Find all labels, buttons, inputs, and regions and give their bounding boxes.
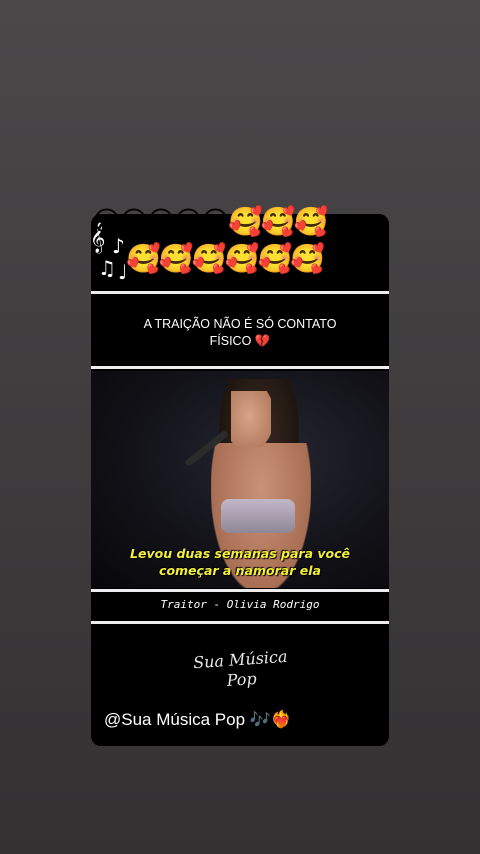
video-frame[interactable]: Levou duas semanas para você começar a n… xyxy=(91,371,389,588)
emoji-row-top: 😍😍😍😍😍🥰🥰🥰 xyxy=(92,205,329,238)
divider-above-video xyxy=(91,366,389,369)
singer-face xyxy=(231,391,271,447)
headline-line-1: A TRAIÇÃO NÃO É SÓ CONTATO xyxy=(143,317,337,331)
subtitle-line-1: Levou duas semanas para você xyxy=(130,546,350,561)
emoji-row-bottom: 🥰🥰🥰🥰🥰🥰 xyxy=(126,242,325,275)
sequin-top xyxy=(221,499,295,533)
story-headline: A TRAIÇÃO NÃO É SÓ CONTATO FÍSICO 💔 xyxy=(110,316,370,350)
eighth-note-icon: ♪ xyxy=(112,234,125,258)
song-credit: Traitor - Olivia Rodrigo xyxy=(160,598,320,611)
account-handle[interactable]: @Sua Música Pop 🎶❤️‍🔥 xyxy=(104,710,292,730)
video-subtitle: Levou duas semanas para você começar a n… xyxy=(91,545,389,579)
divider-top xyxy=(91,291,389,294)
beamed-notes-icon: ♫ xyxy=(98,256,116,280)
signature-logo: Sua Música Pop xyxy=(185,646,298,694)
divider-bottom xyxy=(91,621,389,624)
divider-below-video xyxy=(91,589,389,592)
headline-line-2: FÍSICO 💔 xyxy=(209,334,271,348)
subtitle-line-2: começar a namorar ela xyxy=(159,563,321,578)
